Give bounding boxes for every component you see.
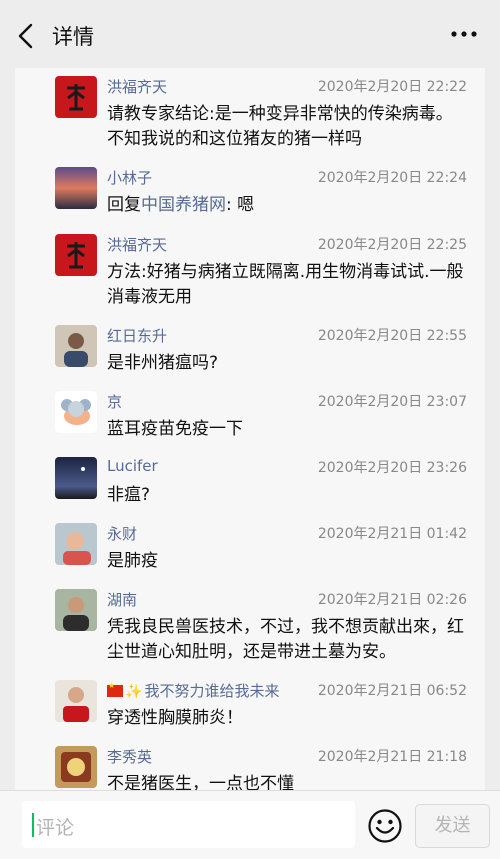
reply-target-link[interactable]: 中国养猪网 (141, 195, 226, 215)
chevron-left-icon[interactable] (14, 22, 38, 50)
commenter-name[interactable]: 李秀英 (107, 746, 152, 767)
comment-time: 2020年2月20日 23:07 (317, 394, 467, 410)
reply-prefix: 回复 (107, 195, 141, 215)
comment-text: 方法:好猪与病猪立既隔离.用生物消毒试试.一般消毒液无用 (107, 262, 464, 307)
china-flag-icon (107, 681, 123, 697)
smiley-face-icon[interactable] (367, 808, 403, 844)
comment-time: 2020年2月20日 22:22 (317, 79, 467, 95)
comment-time: 2020年2月21日 01:42 (317, 526, 467, 542)
comment-time: 2020年2月21日 06:52 (317, 683, 467, 699)
comment-item[interactable]: Lucifer 2020年2月20日 23:26 非瘟? (15, 457, 485, 507)
commenter-name[interactable]: 红日东升 (107, 325, 167, 346)
avatar[interactable] (55, 746, 97, 788)
comment-input[interactable]: 评论 (22, 801, 355, 848)
comment-item[interactable]: 湖南 2020年2月21日 02:26 凭我良民兽医技术，不过，我不想贡献出來，… (15, 589, 485, 665)
comment-input-bar: 评论 发送 (0, 790, 500, 859)
comment-text: 是肺疫 (107, 551, 158, 571)
avatar[interactable] (55, 523, 97, 565)
comment-time: 2020年2月20日 22:25 (317, 237, 467, 253)
comment-time: 2020年2月21日 02:26 (317, 592, 467, 608)
nav-bar: 详情 (0, 0, 500, 68)
comment-item[interactable]: ✨我不努力谁给我未来 2020年2月21日 06:52 穿透性胸膜肺炎！ (15, 680, 485, 730)
comment-item[interactable]: 洪福齐天 2020年2月20日 22:25 方法:好猪与病猪立既隔离.用生物消毒… (15, 234, 485, 310)
commenter-name[interactable]: ✨我不努力谁给我未来 (107, 680, 279, 701)
comment-time: 2020年2月21日 21:18 (317, 749, 467, 765)
comment-text: 是非州猪瘟吗? (107, 353, 219, 373)
send-button[interactable]: 发送 (415, 804, 490, 848)
comment-text: 蓝耳疫苗免疫一下 (107, 419, 243, 439)
commenter-name[interactable]: 永财 (107, 523, 137, 544)
commenter-name[interactable]: 京 (107, 391, 122, 412)
comment-text: 穿透性胸膜肺炎！ (107, 708, 243, 728)
avatar[interactable] (55, 325, 97, 367)
commenter-name[interactable]: 湖南 (107, 589, 137, 610)
commenter-name[interactable]: 洪福齐天 (107, 234, 167, 255)
comment-item[interactable]: 京 2020年2月20日 23:07 蓝耳疫苗免疫一下 (15, 391, 485, 441)
more-dots-icon[interactable] (450, 24, 478, 44)
commenter-name[interactable]: Lucifer (107, 457, 158, 475)
avatar[interactable] (55, 457, 97, 499)
avatar[interactable] (55, 167, 97, 209)
comment-item[interactable]: 小林子 2020年2月20日 22:24 回复中国养猪网: 嗯 (15, 167, 485, 217)
star-icon: ✨ (125, 684, 143, 700)
commenter-name[interactable]: 小林子 (107, 167, 152, 188)
comment-text: 非瘟? (107, 485, 151, 505)
comment-text: 不是猪医生，一点也不懂 (107, 774, 294, 790)
page-title: 详情 (52, 25, 94, 49)
comment-list[interactable]: 洪福齐天 2020年2月20日 22:22 请教专家结论:是一种变异非常快的传染… (0, 68, 500, 790)
commenter-name[interactable]: 洪福齐天 (107, 76, 167, 97)
reply-text: : 嗯 (226, 195, 255, 215)
comment-item[interactable]: 永财 2020年2月21日 01:42 是肺疫 (15, 523, 485, 573)
avatar[interactable] (55, 391, 97, 433)
avatar[interactable] (55, 680, 97, 722)
comment-item[interactable]: 洪福齐天 2020年2月20日 22:22 请教专家结论:是一种变异非常快的传染… (15, 76, 485, 152)
comment-placeholder: 评论 (36, 817, 75, 839)
comment-time: 2020年2月20日 22:24 (317, 170, 467, 186)
comment-time: 2020年2月20日 23:26 (317, 460, 467, 476)
comment-text: 回复中国养猪网: 嗯 (107, 193, 467, 218)
comment-text: 凭我良民兽医技术，不过，我不想贡献出來，红尘世道心知肚明，还是带进土墓为安。 (107, 617, 464, 662)
avatar[interactable] (55, 234, 97, 276)
comment-item[interactable]: 李秀英 2020年2月21日 21:18 不是猪医生，一点也不懂 (15, 746, 485, 790)
avatar[interactable] (55, 589, 97, 631)
comment-item[interactable]: 红日东升 2020年2月20日 22:55 是非州猪瘟吗? (15, 325, 485, 375)
comment-text: 请教专家结论:是一种变异非常快的传染病毒。不知我说的和这位猪友的猪一样吗 (107, 104, 453, 149)
avatar[interactable] (55, 76, 97, 118)
text-cursor (32, 813, 34, 837)
comment-time: 2020年2月20日 22:55 (317, 328, 467, 344)
